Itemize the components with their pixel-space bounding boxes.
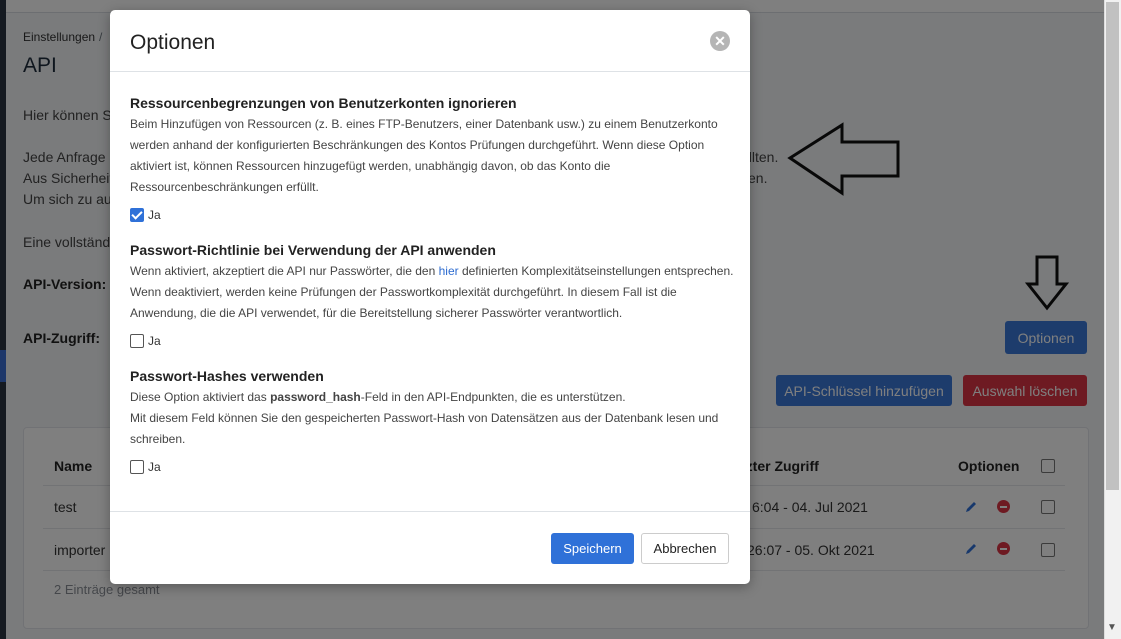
desc-line: Diese Option aktiviert das password_hash… bbox=[130, 387, 734, 408]
desc-line: werden anhand der konfigurierten Beschrä… bbox=[130, 138, 705, 152]
section-desc-password-policy: Wenn aktiviert, akzeptiert die API nur P… bbox=[130, 261, 734, 324]
desc-line: Ressourcenbeschränkungen erfüllt. bbox=[130, 180, 319, 194]
desc-text: definierten Komplexitätseinstellungen en… bbox=[458, 264, 734, 278]
options-modal: Optionen ✕ Ressourcenbegrenzungen von Be… bbox=[110, 10, 750, 584]
password-hashes-checkbox-label[interactable]: Ja bbox=[148, 460, 161, 474]
modal-header: Optionen ✕ bbox=[110, 10, 750, 72]
desc-text: -Feld in den API-Endpunkten, die es unte… bbox=[360, 390, 626, 404]
close-icon[interactable]: ✕ bbox=[710, 31, 730, 51]
desc-line: aktiviert ist, können Ressourcen hinzuge… bbox=[130, 159, 611, 173]
save-button[interactable]: Speichern bbox=[551, 533, 634, 564]
modal-title: Optionen bbox=[130, 31, 216, 54]
section-title-ignore-limits: Ressourcenbegrenzungen von Benutzerkonte… bbox=[130, 95, 517, 111]
desc-line: Wenn aktiviert, akzeptiert die API nur P… bbox=[130, 261, 734, 282]
password-hashes-checkbox[interactable] bbox=[130, 460, 144, 474]
scrollbar-thumb[interactable] bbox=[1106, 2, 1119, 490]
ignore-limits-checkbox-label[interactable]: Ja bbox=[148, 208, 161, 222]
cancel-button[interactable]: Abbrechen bbox=[641, 533, 729, 564]
desc-text: Wenn aktiviert, akzeptiert die API nur P… bbox=[130, 264, 439, 278]
desc-bold-field-name: password_hash bbox=[270, 390, 361, 404]
desc-line: Anwendung, die die API verwendet, für di… bbox=[130, 306, 623, 320]
complexity-settings-link[interactable]: hier bbox=[439, 264, 459, 278]
desc-line: Mit diesem Feld können Sie den gespeiche… bbox=[130, 411, 719, 425]
desc-text: Diese Option aktiviert das bbox=[130, 390, 271, 404]
modal-footer: Speichern Abbrechen bbox=[110, 511, 750, 584]
desc-line: schreiben. bbox=[130, 432, 186, 446]
password-policy-checkbox[interactable] bbox=[130, 334, 144, 348]
scroll-down-icon[interactable]: ▼ bbox=[1107, 622, 1117, 633]
desc-line: Beim Hinzufügen von Ressourcen (z. B. ei… bbox=[130, 117, 718, 131]
password-policy-checkbox-label[interactable]: Ja bbox=[148, 334, 161, 348]
section-desc-ignore-limits: Beim Hinzufügen von Ressourcen (z. B. ei… bbox=[130, 114, 734, 198]
desc-line: Wenn deaktiviert, werden keine Prüfungen… bbox=[130, 285, 677, 299]
section-title-password-policy: Passwort-Richtlinie bei Verwendung der A… bbox=[130, 242, 496, 258]
section-title-password-hashes: Passwort-Hashes verwenden bbox=[130, 368, 324, 384]
section-desc-password-hashes: Diese Option aktiviert das password_hash… bbox=[130, 387, 734, 450]
ignore-limits-checkbox[interactable] bbox=[130, 208, 144, 222]
